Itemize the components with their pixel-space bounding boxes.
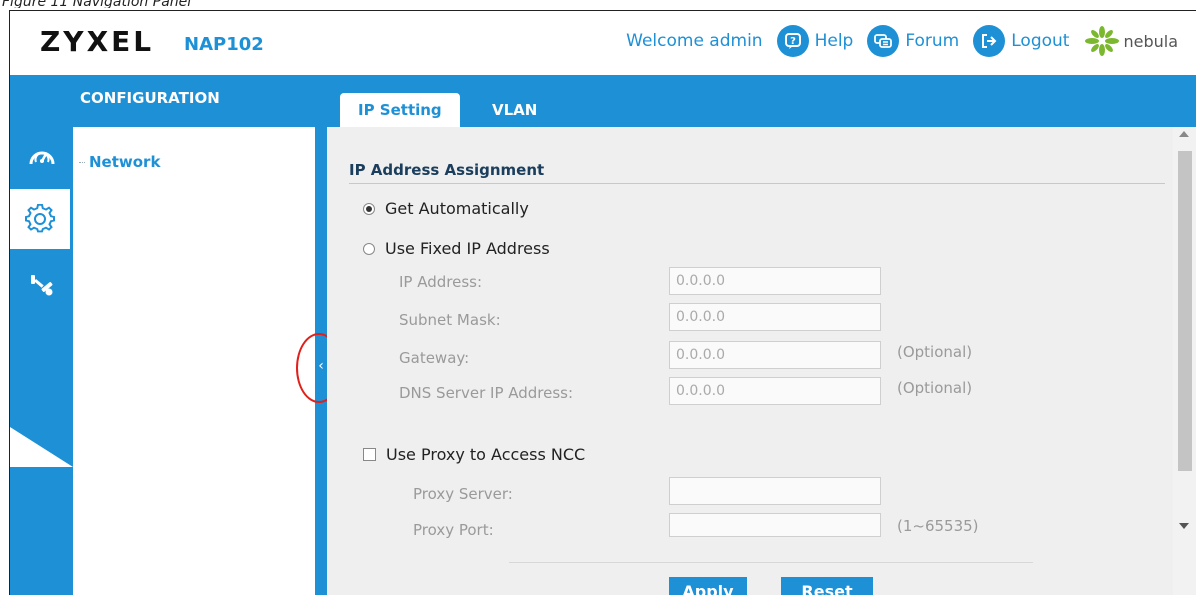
icon-rail (10, 127, 73, 595)
forum-link[interactable]: Forum (867, 25, 959, 57)
forum-label: Forum (905, 31, 960, 51)
tab-ip-setting[interactable]: IP Setting (340, 93, 460, 127)
scroll-up-arrow-icon[interactable] (1179, 131, 1189, 137)
use-proxy-option[interactable]: Use Proxy to Access NCC (363, 445, 585, 464)
apply-button[interactable]: Apply (669, 577, 747, 595)
proxy-port-label: Proxy Port: (413, 521, 494, 539)
proxy-server-label: Proxy Server: (413, 485, 513, 503)
welcome-text: Welcome admin (626, 31, 763, 51)
rail-item-dashboard[interactable] (10, 127, 73, 187)
vertical-scrollbar[interactable] (1173, 127, 1196, 595)
model-name: NAP102 (184, 34, 264, 55)
proxy-port-input[interactable] (669, 513, 881, 537)
proxy-server-input[interactable] (669, 477, 881, 505)
use-proxy-label: Use Proxy to Access NCC (386, 445, 586, 464)
figure-caption: Figure 11 Navigation Panel (2, 0, 192, 8)
gateway-input[interactable] (669, 341, 881, 369)
brand-logo: ZYXEL (40, 25, 155, 58)
app-window: ZYXEL NAP102 Welcome admin ? Help Forum (9, 10, 1196, 595)
gateway-hint: (Optional) (897, 343, 973, 361)
dashboard-gauge-icon (29, 151, 54, 165)
logout-label: Logout (1011, 31, 1070, 51)
use-proxy-checkbox[interactable] (363, 448, 376, 461)
help-icon: ? (776, 25, 809, 57)
logout-link[interactable]: Logout (973, 25, 1069, 57)
get-automatically-radio[interactable] (363, 202, 375, 215)
tab-vlan[interactable]: VLAN (480, 93, 549, 127)
svg-text:?: ? (790, 36, 796, 47)
use-fixed-ip-option[interactable]: Use Fixed IP Address (363, 239, 550, 258)
help-label: Help (814, 31, 854, 51)
nav-item-network[interactable]: Network (78, 153, 160, 171)
maintenance-tools-icon (30, 275, 52, 296)
gear-icon (25, 204, 55, 233)
dns-server-hint: (Optional) (897, 379, 973, 397)
header-actions: Welcome admin ? Help Forum Logout nebula (626, 25, 1178, 57)
scroll-down-arrow-icon[interactable] (1179, 523, 1189, 529)
header: ZYXEL NAP102 Welcome admin ? Help Forum (10, 11, 1196, 75)
section-divider (349, 183, 1165, 184)
nebula-link[interactable]: nebula (1085, 26, 1178, 56)
subnet-mask-input[interactable] (669, 303, 881, 331)
nebula-label: nebula (1123, 31, 1178, 51)
help-link[interactable]: ? Help (776, 25, 854, 57)
reset-button[interactable]: Reset (781, 577, 873, 595)
forum-icon (867, 25, 900, 57)
footer-divider (509, 562, 1033, 563)
top-nav-bar: CONFIGURATION IP Setting VLAN (10, 75, 1196, 127)
section-title: IP Address Assignment (349, 161, 545, 179)
subnet-mask-label: Subnet Mask: (399, 311, 501, 329)
ip-address-input[interactable] (669, 267, 881, 295)
nav-panel: Network (73, 127, 315, 595)
nebula-logo-icon (1085, 26, 1120, 56)
get-automatically-option[interactable]: Get Automatically (363, 199, 529, 218)
get-automatically-label: Get Automatically (385, 199, 529, 218)
gateway-label: Gateway: (399, 349, 470, 367)
rail-item-configuration[interactable] (10, 189, 70, 249)
proxy-port-hint: (1~65535) (897, 517, 979, 535)
use-fixed-ip-label: Use Fixed IP Address (385, 239, 550, 258)
use-fixed-ip-radio[interactable] (363, 242, 375, 255)
scroll-thumb[interactable] (1178, 151, 1192, 471)
dns-server-label: DNS Server IP Address: (399, 384, 574, 402)
ip-address-label: IP Address: (399, 273, 483, 291)
logout-icon (973, 25, 1006, 57)
configuration-title: CONFIGURATION (80, 89, 220, 107)
dns-server-input[interactable] (669, 377, 881, 405)
rail-decoration (10, 427, 73, 467)
rail-item-maintenance[interactable] (10, 255, 73, 315)
main-content: IP Address Assignment Get Automatically … (327, 127, 1173, 595)
